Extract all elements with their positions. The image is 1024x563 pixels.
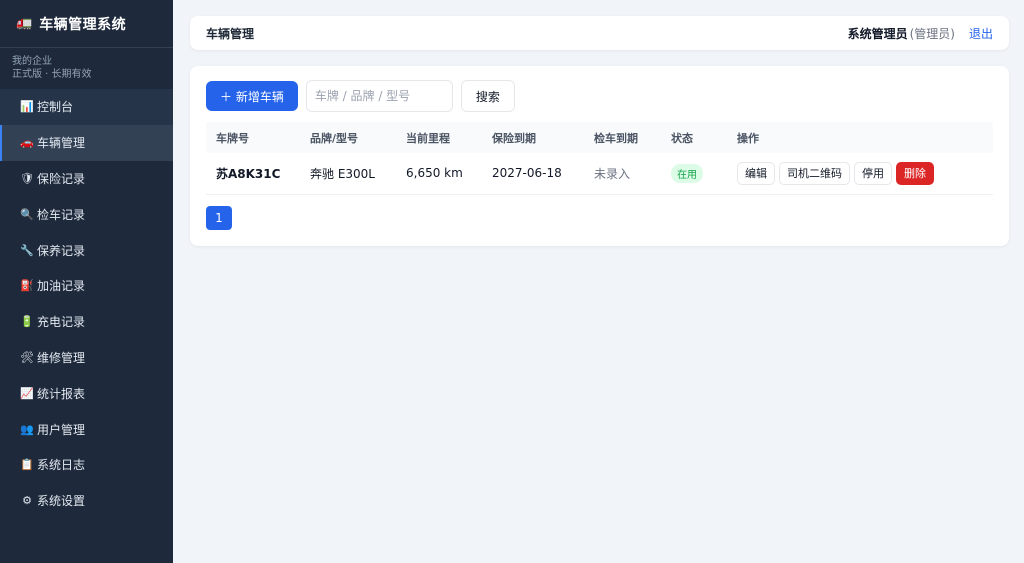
user-role: (管理员) xyxy=(909,26,955,41)
sidebar-item-label: 车辆管理 xyxy=(37,136,86,151)
search-button[interactable]: 搜索 xyxy=(460,80,515,112)
truck-icon: 🚛 xyxy=(16,16,33,31)
list-toolbar: ＋ 新增车辆 搜索 xyxy=(206,80,993,112)
gear-icon: ⚙ xyxy=(22,494,32,508)
fuel-icon: ⛽ xyxy=(20,279,34,293)
sidebar-item-repair[interactable]: 🛠 维修管理 xyxy=(0,340,173,376)
sidebar-item-label: 用户管理 xyxy=(37,422,86,437)
org-plan: 正式版 · 长期有效 xyxy=(12,69,92,80)
sidebar-item-dashboard[interactable]: 📊 控制台 xyxy=(0,89,173,125)
search-input[interactable] xyxy=(305,80,453,112)
sidebar-item-fuel[interactable]: ⛽ 加油记录 xyxy=(0,268,173,304)
cell-plate: 苏A8K31C xyxy=(216,166,281,181)
disable-button[interactable]: 停用 xyxy=(854,161,892,185)
top-bar: 车辆管理 系统管理员 (管理员) 退出 xyxy=(190,16,1009,50)
sidebar-item-maintenance[interactable]: 🔧 保养记录 xyxy=(0,232,173,268)
cell-inspection-due: 未录入 xyxy=(594,166,631,181)
column-header-insurance: 保险到期 xyxy=(492,131,536,145)
column-header-plate: 车牌号 xyxy=(216,131,249,145)
sidebar-item-label: 系统日志 xyxy=(37,458,86,473)
shield-icon: 🛡 xyxy=(20,171,34,185)
sidebar-item-label: 保险记录 xyxy=(37,171,86,186)
users-icon: 👥 xyxy=(20,422,34,436)
logout-link[interactable]: 退出 xyxy=(969,25,993,42)
row-actions: 编辑 司机二维码 停用 删除 xyxy=(737,161,983,185)
chart-icon: 📊 xyxy=(20,100,34,114)
sidebar-item-label: 保养记录 xyxy=(37,243,86,258)
sidebar: 🚛 车辆管理系统 我的企业 正式版 · 长期有效 📊 控制台 🚗 车辆管理 🛡 … xyxy=(0,0,173,563)
driver-qr-button[interactable]: 司机二维码 xyxy=(779,161,850,185)
user-area: 系统管理员 (管理员) 退出 xyxy=(848,25,993,42)
sidebar-item-vehicles[interactable]: 🚗 车辆管理 xyxy=(0,124,173,161)
battery-icon: 🔋 xyxy=(20,315,34,329)
sidebar-item-label: 维修管理 xyxy=(37,350,86,365)
sidebar-item-label: 控制台 xyxy=(37,100,74,115)
pagination: 1 xyxy=(206,205,993,230)
add-vehicle-button[interactable]: ＋ 新增车辆 xyxy=(206,81,298,111)
wrench-icon: 🔧 xyxy=(20,243,34,257)
column-header-inspection: 检车到期 xyxy=(594,131,638,145)
clipboard-icon: 📋 xyxy=(20,458,34,472)
trend-chart-icon: 📈 xyxy=(20,386,34,400)
column-header-actions: 操作 xyxy=(737,131,759,145)
delete-button[interactable]: 删除 xyxy=(896,161,934,185)
table-header-row: 车牌号 品牌/型号 当前里程 保险到期 检车到期 状态 操作 xyxy=(206,122,993,153)
current-user: 系统管理员 xyxy=(847,26,908,41)
sidebar-item-inspection[interactable]: 🔍 检车记录 xyxy=(0,196,173,232)
vehicle-list-card: ＋ 新增车辆 搜索 车牌号 品牌/型号 当前里程 保险到期 检车到期 状态 操作… xyxy=(190,66,1009,246)
sidebar-nav: 📊 控制台 🚗 车辆管理 🛡 保险记录 🔍 检车记录 🔧 保养记录 ⛽ 加油记录… xyxy=(0,89,173,519)
org-info: 我的企业 正式版 · 长期有效 xyxy=(0,48,173,89)
org-name: 我的企业 xyxy=(12,56,52,67)
sidebar-item-settings[interactable]: ⚙ 系统设置 xyxy=(0,483,173,519)
page-button-current[interactable]: 1 xyxy=(206,205,232,230)
sidebar-item-label: 统计报表 xyxy=(37,386,86,401)
sidebar-item-users[interactable]: 👥 用户管理 xyxy=(0,411,173,447)
cell-insurance-due: 2027-06-18 xyxy=(492,166,562,181)
cell-model: 奔驰 E300L xyxy=(310,166,375,181)
sidebar-item-label: 充电记录 xyxy=(37,315,86,330)
magnifier-icon: 🔍 xyxy=(20,207,34,221)
column-header-status: 状态 xyxy=(671,131,693,145)
sidebar-item-reports[interactable]: 📈 统计报表 xyxy=(0,375,173,411)
vehicle-table: 车牌号 品牌/型号 当前里程 保险到期 检车到期 状态 操作 苏A8K31C 奔… xyxy=(206,122,993,195)
car-icon: 🚗 xyxy=(20,136,34,150)
sidebar-item-label: 系统设置 xyxy=(37,494,86,509)
sidebar-item-insurance[interactable]: 🛡 保险记录 xyxy=(0,161,173,197)
sidebar-item-label: 检车记录 xyxy=(37,207,86,222)
cell-mileage: 6,650 km xyxy=(406,166,463,181)
app-title: 车辆管理系统 xyxy=(39,16,127,33)
tools-icon: 🛠 xyxy=(20,350,34,364)
page-title: 车辆管理 xyxy=(206,26,255,41)
column-header-mileage: 当前里程 xyxy=(406,131,450,145)
column-header-model: 品牌/型号 xyxy=(310,131,359,145)
sidebar-item-charging[interactable]: 🔋 充电记录 xyxy=(0,304,173,340)
table-row: 苏A8K31C 奔驰 E300L 6,650 km 2027-06-18 未录入… xyxy=(206,153,993,194)
cell-actions: 编辑 司机二维码 停用 删除 xyxy=(727,153,993,194)
sidebar-item-logs[interactable]: 📋 系统日志 xyxy=(0,447,173,483)
sidebar-item-label: 加油记录 xyxy=(37,279,86,294)
edit-button[interactable]: 编辑 xyxy=(737,161,775,185)
app-brand: 🚛 车辆管理系统 xyxy=(0,0,173,48)
cell-status: 在用 xyxy=(661,153,727,194)
status-badge: 在用 xyxy=(671,163,703,183)
